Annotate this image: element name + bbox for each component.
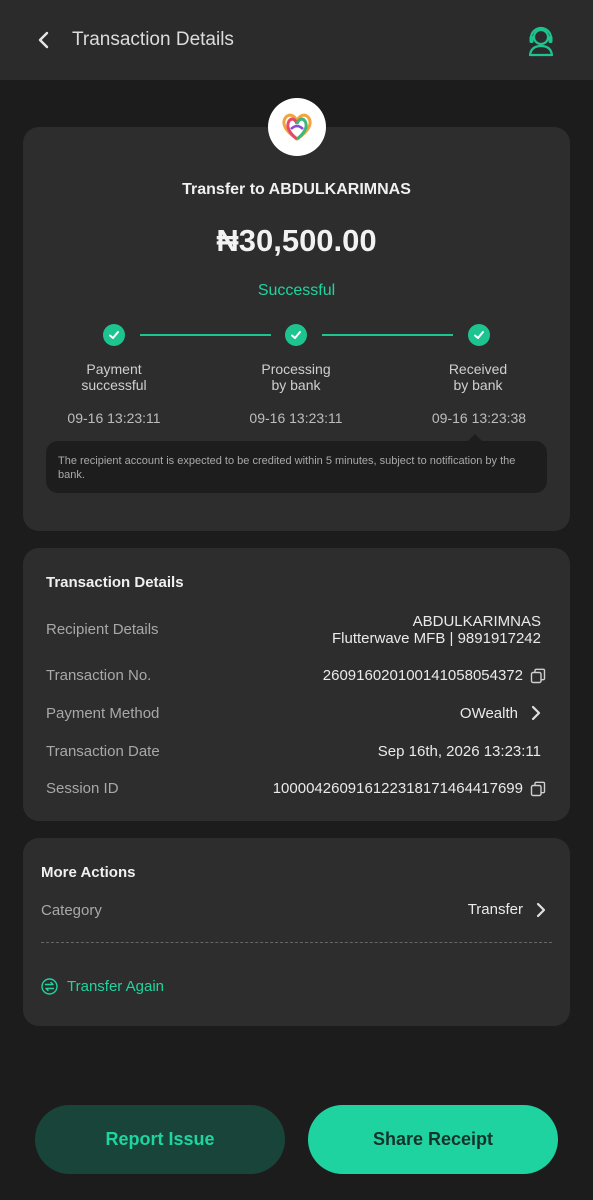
step-label-processing: Processing by bank: [236, 361, 356, 393]
payment-method-chevron[interactable]: [529, 705, 543, 721]
chevron-right-icon: [531, 705, 541, 721]
page-title: Transaction Details: [72, 29, 234, 50]
share-receipt-button[interactable]: Share Receipt: [308, 1105, 558, 1174]
customer-support-button[interactable]: [523, 22, 559, 58]
recipient-details-label: Recipient Details: [46, 621, 159, 638]
opay-logo: [282, 113, 312, 141]
transaction-no-label: Transaction No.: [46, 667, 152, 684]
top-bar: Transaction Details: [0, 0, 593, 80]
step-label-payment: Payment successful: [54, 361, 174, 393]
credit-notice-tooltip: The recipient account is expected to be …: [46, 441, 547, 493]
step-check-payment: [103, 324, 125, 346]
payment-method-label: Payment Method: [46, 705, 160, 722]
step-label-line: by bank: [453, 377, 503, 393]
payment-method-value[interactable]: OWealth: [460, 705, 518, 722]
category-value[interactable]: Transfer: [468, 901, 523, 918]
transaction-date-value: Sep 16th, 2026 13:23:11: [377, 743, 541, 760]
transaction-date-label: Transaction Date: [46, 743, 160, 760]
back-button[interactable]: [30, 26, 58, 54]
transfer-again-button[interactable]: Transfer Again: [41, 975, 164, 997]
step-time-payment: 09-16 13:23:11: [67, 410, 161, 426]
session-id-label: Session ID: [46, 780, 119, 797]
category-label: Category: [41, 902, 102, 919]
progress-line-1: [140, 334, 271, 336]
step-label-line: by bank: [271, 377, 321, 393]
copy-transaction-no-button[interactable]: [530, 668, 546, 684]
step-check-processing: [285, 324, 307, 346]
progress-line-2: [322, 334, 453, 336]
chevron-right-icon: [536, 902, 546, 918]
copy-icon: [530, 781, 546, 797]
recipient-bank-account: Flutterwave MFB | 9891917242: [331, 630, 541, 647]
customer-support-icon: [528, 26, 554, 57]
check-icon: [109, 331, 119, 339]
transfer-again-label: Transfer Again: [67, 977, 164, 995]
more-actions-title: More Actions: [41, 864, 136, 881]
step-label-received: Received by bank: [418, 361, 538, 393]
recipient-details-value: ABDULKARIMNAS Flutterwave MFB | 98919172…: [332, 613, 541, 647]
category-chevron[interactable]: [534, 902, 548, 918]
session-id-value: 100004260916122318171464417699: [272, 780, 523, 797]
chevron-left-icon: [38, 31, 49, 49]
step-time-processing: 09-16 13:23:11: [249, 410, 343, 426]
transfer-arrows-icon: [41, 977, 58, 995]
step-check-received: [468, 324, 490, 346]
step-time-received: 09-16 13:23:38: [431, 410, 527, 426]
copy-icon: [530, 668, 546, 684]
transfer-amount: ₦30,500.00: [216, 223, 377, 258]
merchant-logo: [268, 98, 326, 156]
check-icon: [291, 331, 301, 339]
transfer-recipient-heading: Transfer to ABDULKARIMNAS: [182, 181, 411, 198]
check-icon: [474, 331, 484, 339]
recipient-name: ABDULKARIMNAS: [412, 613, 541, 630]
dashed-divider: [41, 942, 552, 943]
copy-session-id-button[interactable]: [530, 781, 546, 797]
step-label-line: Processing: [261, 361, 331, 377]
transfer-status: Successful: [257, 282, 336, 299]
details-section-title: Transaction Details: [46, 574, 184, 591]
step-label-line: Received: [448, 361, 508, 377]
step-label-line: successful: [81, 377, 147, 393]
report-issue-button[interactable]: Report Issue: [35, 1105, 285, 1174]
step-label-line: Payment: [86, 361, 142, 377]
transaction-no-value: 260916020100141058054372: [322, 667, 523, 684]
